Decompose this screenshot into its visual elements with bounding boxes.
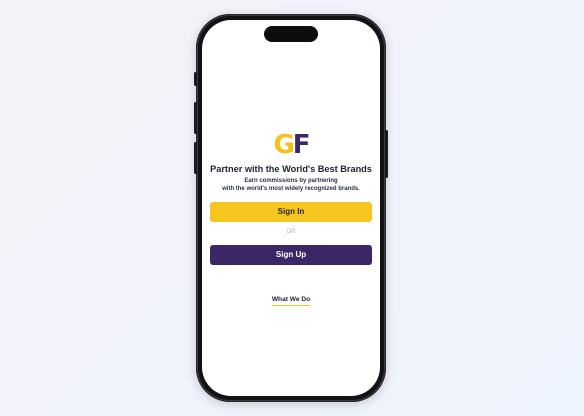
subtext: Earn commissions by partnering with the … (202, 177, 380, 193)
volume-up-button (194, 102, 197, 134)
headline: Partner with the World's Best Brands (210, 164, 372, 174)
brand-logo: GF (202, 131, 380, 159)
logo-letter-g: G (273, 130, 294, 160)
subtext-line-1: Earn commissions by partnering (244, 178, 338, 184)
action-button (194, 72, 197, 86)
or-divider: OR (286, 229, 296, 235)
volume-down-button (194, 142, 197, 174)
sign-in-button[interactable]: Sign In (210, 202, 372, 222)
logo-letter-f: F (292, 130, 311, 160)
power-button (385, 130, 388, 178)
dynamic-island (264, 26, 318, 42)
phone-frame: GF Partner with the World's Best Brands … (194, 14, 388, 402)
subtext-line-2: with the world's most widely recognized … (222, 186, 360, 192)
what-we-do-link[interactable]: What We Do (271, 296, 311, 306)
app-screen: GF Partner with the World's Best Brands … (202, 20, 380, 396)
sign-up-button[interactable]: Sign Up (210, 245, 372, 265)
what-we-do-container: What We Do (202, 288, 380, 306)
